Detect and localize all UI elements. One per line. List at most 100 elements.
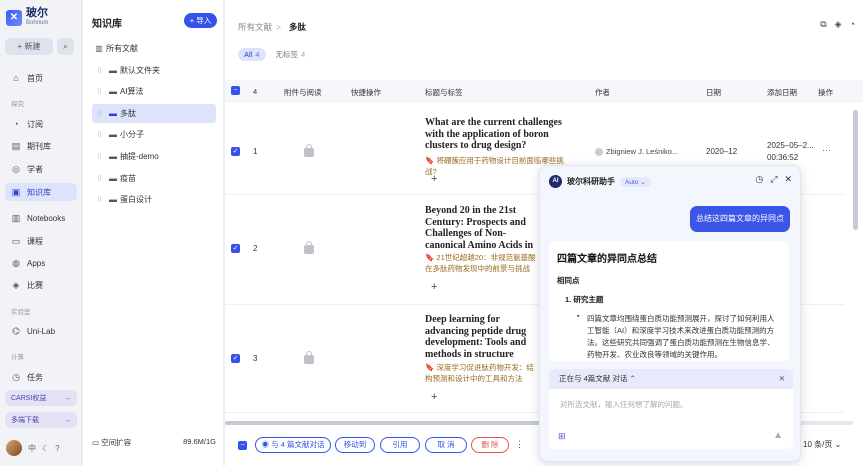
move-to-button[interactable]: 移动到 (335, 437, 375, 453)
select-all-checkbox[interactable]: − (231, 86, 240, 95)
paper-title[interactable]: Beyond 20 in the 21st Century: Prospects… (425, 205, 540, 251)
drag-handle-icon[interactable]: ⠿ (92, 131, 106, 139)
storage-upgrade[interactable]: ▭ 空间扩容 (92, 437, 131, 448)
tree-item-folder[interactable]: ⠿ ▬ 默认文件夹 (92, 61, 216, 80)
page-size-select[interactable]: 10 条/页 ⌄ (803, 437, 841, 453)
section-label-lab: 实验室 (11, 309, 31, 316)
paper-title[interactable]: What are the current challenges with the… (425, 117, 575, 152)
bohrium-logo-icon: ✕ (6, 10, 22, 26)
promo-download[interactable]: 多端下载 → (5, 412, 77, 428)
tree-item-folder-active[interactable]: ⠿ ▬ 多肽 (92, 104, 216, 123)
paper-title[interactable]: Deep learning for advancing peptide drug… (425, 314, 540, 360)
sidebar-item-competitions[interactable]: ◈ 比赛 (5, 276, 77, 294)
bell-icon: ◔ (13, 119, 19, 129)
tree-item-all[interactable]: ▥ 所有文献 (92, 39, 216, 58)
close-context-icon[interactable]: ✕ (779, 369, 785, 389)
bullet-icon: ▪ (577, 313, 580, 320)
brand-logo[interactable]: ✕ 玻尔 Bohrium (6, 8, 48, 28)
row-checkbox[interactable]: ✓ (231, 244, 240, 253)
chip-label: 无标签 (275, 50, 299, 59)
lock-icon[interactable] (304, 241, 314, 254)
assistant-answer: 四篇文章的异同点总结 相同点 1. 研究主题 ▪ 四篇文章均围绕蛋白质功能预测展… (549, 241, 789, 361)
drag-handle-icon[interactable]: ⠿ (92, 67, 106, 75)
sidebar-item-label: Notebooks (27, 213, 66, 223)
chat-with-papers-button[interactable]: ◉ 与 4 篇文献对话 (255, 437, 331, 453)
tag-icon[interactable]: ◈ (835, 19, 842, 30)
sidebar-item-label: 学者 (27, 164, 43, 174)
sidebar-item-scholars[interactable]: ◎ 学者 (5, 160, 77, 178)
tree-item-folder[interactable]: ⠿ ▬ 小分子 (92, 125, 216, 144)
add-tag-icon[interactable]: + (431, 391, 437, 403)
attach-icon[interactable]: ⊞ (558, 431, 566, 442)
folder-icon: ▬ (109, 174, 117, 183)
new-button[interactable]: + 新建 (5, 38, 53, 55)
header-title: 标题与标签 (425, 88, 463, 97)
mode-select[interactable]: Auto ⌄ (620, 176, 651, 187)
lock-icon[interactable] (304, 144, 314, 157)
delete-button[interactable]: 删 除 (471, 437, 509, 453)
arrow-right-icon: → (64, 416, 71, 424)
history-icon[interactable]: ◷ (755, 174, 763, 185)
sidebar-item-unilab[interactable]: ⌬ Uni-Lab (5, 322, 77, 340)
cancel-button[interactable]: 取 消 (425, 437, 467, 453)
sidebar-item-journals[interactable]: ▤ 期刊库 (5, 137, 77, 155)
sidebar-item-apps[interactable]: ◍ Apps (5, 254, 77, 272)
promo-carsi[interactable]: CARSI权益 → (5, 390, 77, 406)
language-switch[interactable]: 中 (28, 443, 36, 454)
moon-icon[interactable]: ☾ (42, 444, 49, 453)
row-checkbox[interactable]: ✓ (231, 147, 240, 156)
header-quick: 快捷操作 (351, 88, 381, 97)
add-tag-icon[interactable]: + (431, 173, 437, 185)
chip-untagged[interactable]: 无标签 4 (270, 48, 312, 61)
send-icon[interactable]: ▲ (773, 430, 783, 441)
cite-button[interactable]: 引用 (380, 437, 420, 453)
tree-item-folder[interactable]: ⠿ ▬ 抽提-demo (92, 147, 216, 166)
drag-handle-icon[interactable]: ⠿ (92, 175, 106, 183)
add-tag-icon[interactable]: + (431, 281, 437, 293)
storage-label: 空间扩容 (101, 438, 132, 447)
tree-item-label: 抽提-demo (120, 152, 159, 161)
sidebar-item-courses[interactable]: ▭ 课程 (5, 232, 77, 250)
task-icon: ◷ (12, 371, 20, 382)
chevron-up-icon[interactable]: ⌃ (629, 374, 635, 383)
import-button[interactable]: + 导入 (184, 13, 217, 28)
drag-handle-icon[interactable]: ⠿ (92, 196, 106, 204)
chat-input[interactable]: 对所选文献，输入任何想了解的问题。 ⊞ ▲ (549, 389, 793, 449)
drag-handle-icon[interactable]: ⠿ (92, 88, 106, 96)
avatar[interactable] (6, 440, 22, 456)
breadcrumb-root[interactable]: 所有文献 (238, 22, 272, 32)
row-number: 1 (253, 147, 258, 156)
expand-icon[interactable]: ⤢ (770, 174, 777, 185)
drag-handle-icon[interactable]: ⠿ (92, 110, 106, 118)
notification-icon[interactable]: ◔ (850, 19, 855, 30)
search-icon[interactable]: ⌕ (57, 38, 74, 55)
chip-all[interactable]: All 4 (238, 48, 266, 61)
help-icon[interactable]: ? (55, 444, 59, 453)
section-label-explore: 探究 (11, 101, 24, 108)
tree-item-folder[interactable]: ⠿ ▬ AI算法 (92, 82, 216, 101)
header-date: 日期 (706, 88, 721, 97)
mode-label: Auto (625, 178, 639, 186)
tree-item-folder[interactable]: ⠿ ▬ 疫苗 (92, 169, 216, 188)
drag-handle-icon[interactable]: ⠿ (92, 153, 106, 161)
folder-icon: ▬ (109, 109, 117, 118)
lock-icon[interactable] (304, 351, 314, 364)
tree-item-folder[interactable]: ⠿ ▬ 蛋白设计 (92, 190, 216, 209)
close-icon[interactable]: ✕ (784, 174, 792, 185)
sidebar-item-subscribe[interactable]: ◔ 订阅 (5, 115, 77, 133)
storage-value: 89.6M/1G (183, 437, 216, 446)
sidebar-item-home[interactable]: ⌂ 首页 (5, 69, 77, 87)
batch-checkbox[interactable]: − (238, 441, 247, 450)
tree-item-label: 默认文件夹 (120, 66, 160, 75)
more-actions-icon[interactable]: ⋮ (515, 439, 524, 450)
sidebar-item-notebooks[interactable]: ▥ Notebooks (5, 209, 77, 227)
translate-icon[interactable]: ⧉ (820, 19, 826, 30)
header-ops: 操作 (818, 88, 833, 97)
sidebar-item-knowledge-base[interactable]: ▣ 知识库 (5, 183, 77, 201)
chat-icon: ◉ (261, 440, 272, 449)
header-author: 作者 (595, 88, 610, 97)
vertical-scrollbar[interactable] (853, 110, 858, 230)
sidebar-item-tasks[interactable]: ◷ 任务 (5, 368, 77, 386)
row-checkbox[interactable]: ✓ (231, 354, 240, 363)
more-icon[interactable]: ··· (822, 145, 831, 155)
